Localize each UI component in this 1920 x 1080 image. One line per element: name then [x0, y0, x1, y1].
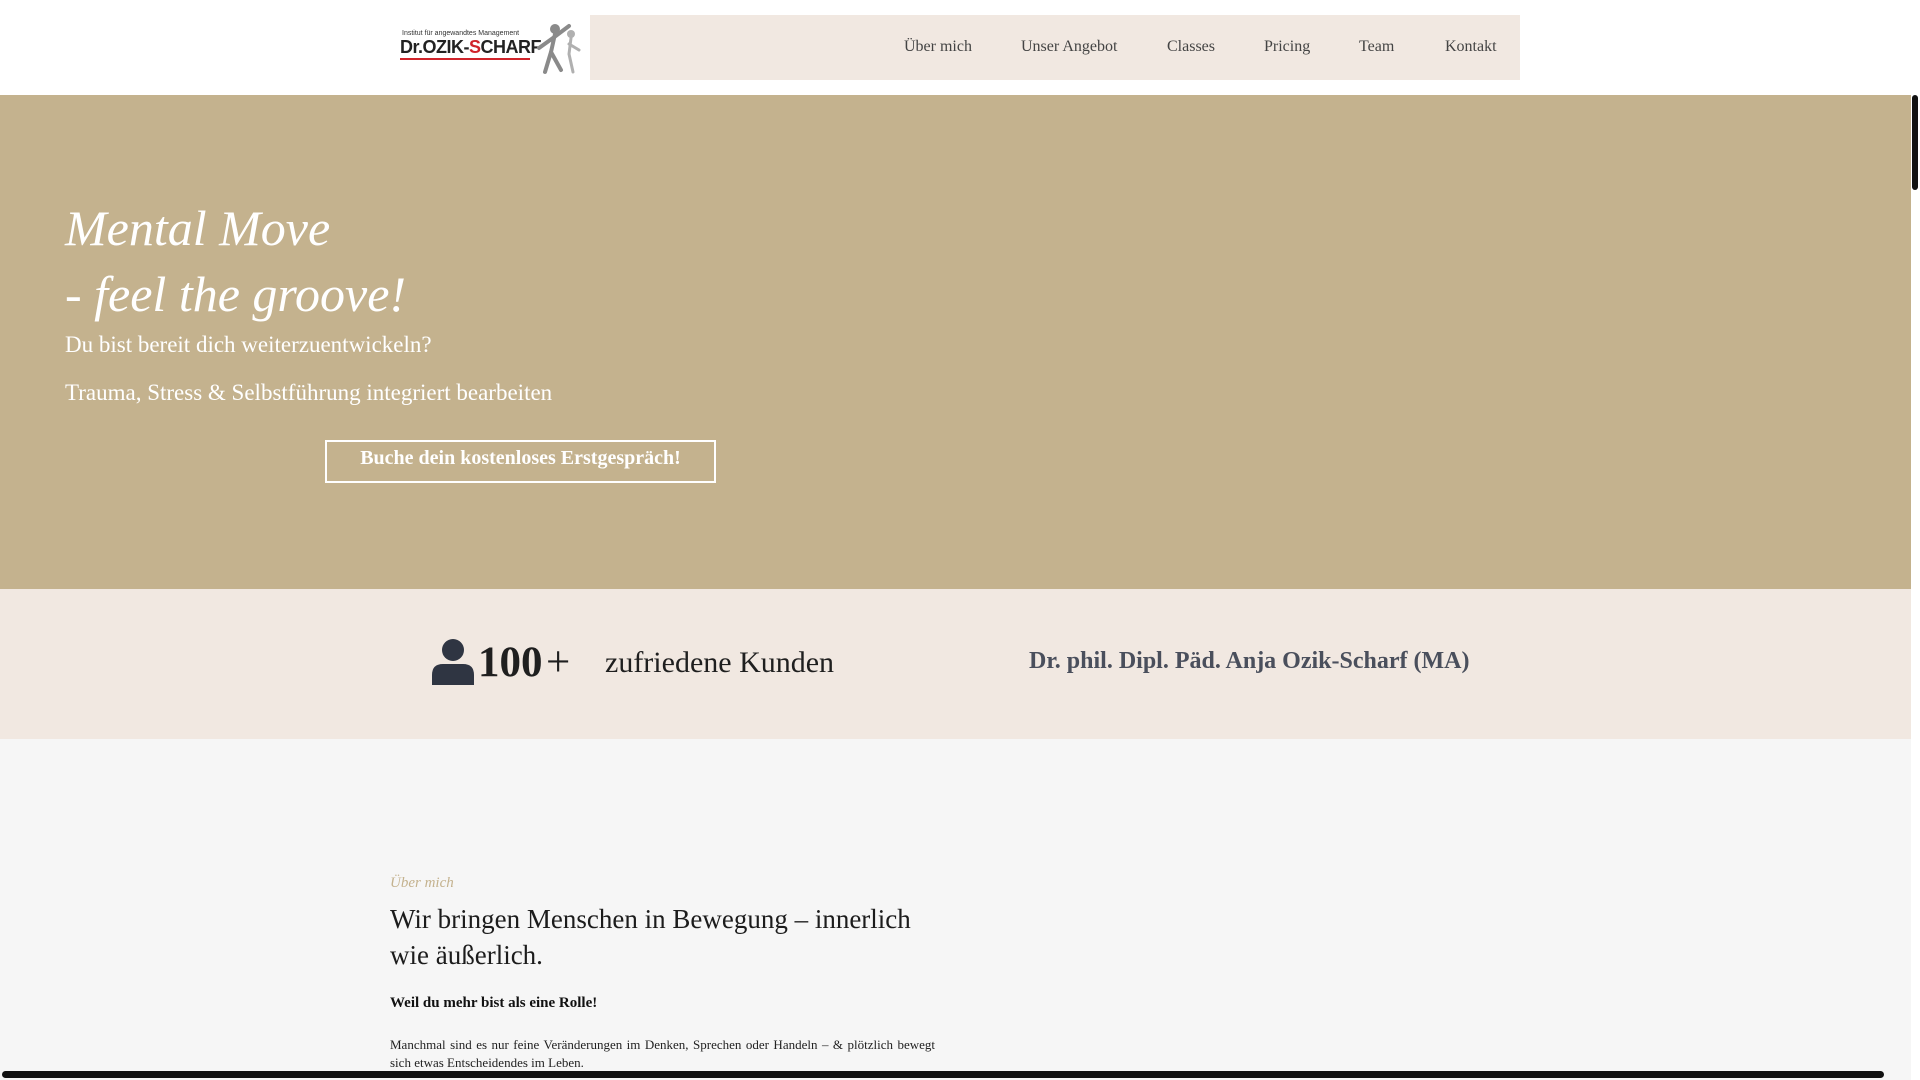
site-logo[interactable]: Institut für angewandtes Management Dr.O… [398, 18, 588, 78]
main-navigation: Über mich Unser Angebot Classes Pricing … [590, 15, 1520, 80]
about-section: Über mich Wir bringen Menschen in Bewegu… [0, 739, 1911, 1080]
logo-figure-icon [537, 24, 581, 74]
hero-subtitle-question: Du bist bereit dich weiterzuentwickeln? [65, 332, 432, 357]
logo-underline [400, 58, 530, 60]
hero-subtitle-topics: Trauma, Stress & Selbstführung integrier… [65, 380, 553, 405]
nav-item-team[interactable]: Team [1359, 38, 1394, 56]
nav-item-pricing[interactable]: Pricing [1264, 38, 1310, 56]
hero-title: Mental Move - feel the groove! [65, 195, 406, 327]
customer-count-label: zufriedene Kunden [605, 646, 835, 679]
nav-item-kontakt[interactable]: Kontakt [1445, 38, 1497, 56]
customer-count-suffix: + [546, 639, 571, 686]
nav-item-classes[interactable]: Classes [1167, 38, 1215, 56]
hero-title-line2: - feel the groove! [65, 266, 407, 322]
about-paragraph: Manchmal sind es nur feine Veränderungen… [390, 1037, 935, 1070]
hero-title-line1: Mental Move [65, 200, 331, 256]
logo-name-rest: CHARF [480, 37, 542, 57]
logo-prefix: Dr. [400, 37, 423, 57]
nav-item-ueber-mich[interactable]: Über mich [904, 38, 972, 56]
person-name: Dr. phil. Dipl. Päd. Anja Ozik-Scharf (M… [1029, 648, 1470, 674]
stats-section: 100 + zufriedene Kunden Dr. phil. Dipl. … [0, 589, 1911, 739]
about-eyebrow: Über mich [390, 875, 454, 891]
book-consultation-button[interactable]: Buche dein kostenloses Erstgespräch! [325, 440, 716, 483]
user-icon [432, 639, 474, 685]
about-tagline: Weil du mehr bist als eine Rolle! [390, 995, 598, 1011]
logo-tagline: Institut für angewandtes Management [402, 30, 520, 37]
logo-name-red: S [469, 37, 481, 57]
hero-section: Mental Move - feel the groove! Du bist b… [0, 95, 1911, 589]
logo-wordmark: Dr.OZIK-SCHARF [400, 37, 542, 58]
nav-item-unser-angebot[interactable]: Unser Angebot [1021, 38, 1117, 56]
about-heading: Wir bringen Menschen in Bewegung – inner… [390, 904, 911, 970]
customer-count: 100 [478, 639, 543, 686]
horizontal-scrollbar-thumb[interactable] [2, 1071, 1884, 1078]
logo-name-first: OZIK- [422, 37, 470, 57]
vertical-scrollbar-thumb[interactable] [1912, 95, 1918, 190]
site-header: Institut für angewandtes Management Dr.O… [0, 0, 1911, 95]
